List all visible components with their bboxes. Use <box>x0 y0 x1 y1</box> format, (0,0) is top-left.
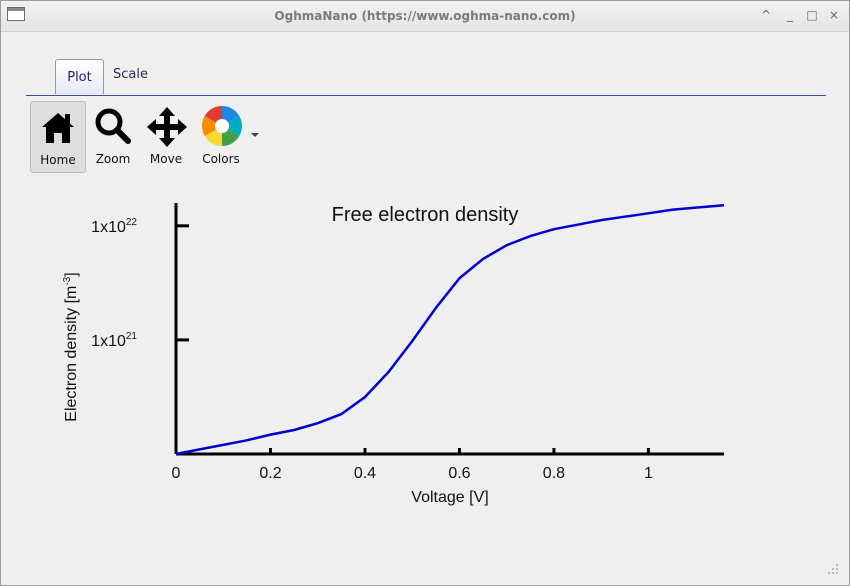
x-tick-label: 0 <box>172 465 181 482</box>
y-ticks: 1x1021 1x1022 <box>91 217 189 350</box>
x-tick-label: 0.8 <box>543 465 565 482</box>
resize-grip-icon[interactable] <box>827 563 839 575</box>
x-tick-label: 0.4 <box>354 465 376 482</box>
x-tick-label: 1 <box>644 465 653 482</box>
y-tick-label: 1x1022 <box>91 217 137 236</box>
chart-title: Free electron density <box>332 204 519 226</box>
app-window: OghmaNano (https://www.oghma-nano.com) ^… <box>0 0 850 586</box>
y-tick-label: 1x1021 <box>91 331 137 350</box>
x-axis-label: Voltage [V] <box>411 489 488 506</box>
x-tick-label: 0.6 <box>448 465 470 482</box>
x-tick-label: 0.2 <box>259 465 281 482</box>
y-axis-label: Electron density [m-3] <box>62 272 80 421</box>
electron-density-chart: Free electron density 0 0.2 0.4 0.6 0.8 1 1x1… <box>62 203 725 506</box>
series-line <box>175 204 725 456</box>
